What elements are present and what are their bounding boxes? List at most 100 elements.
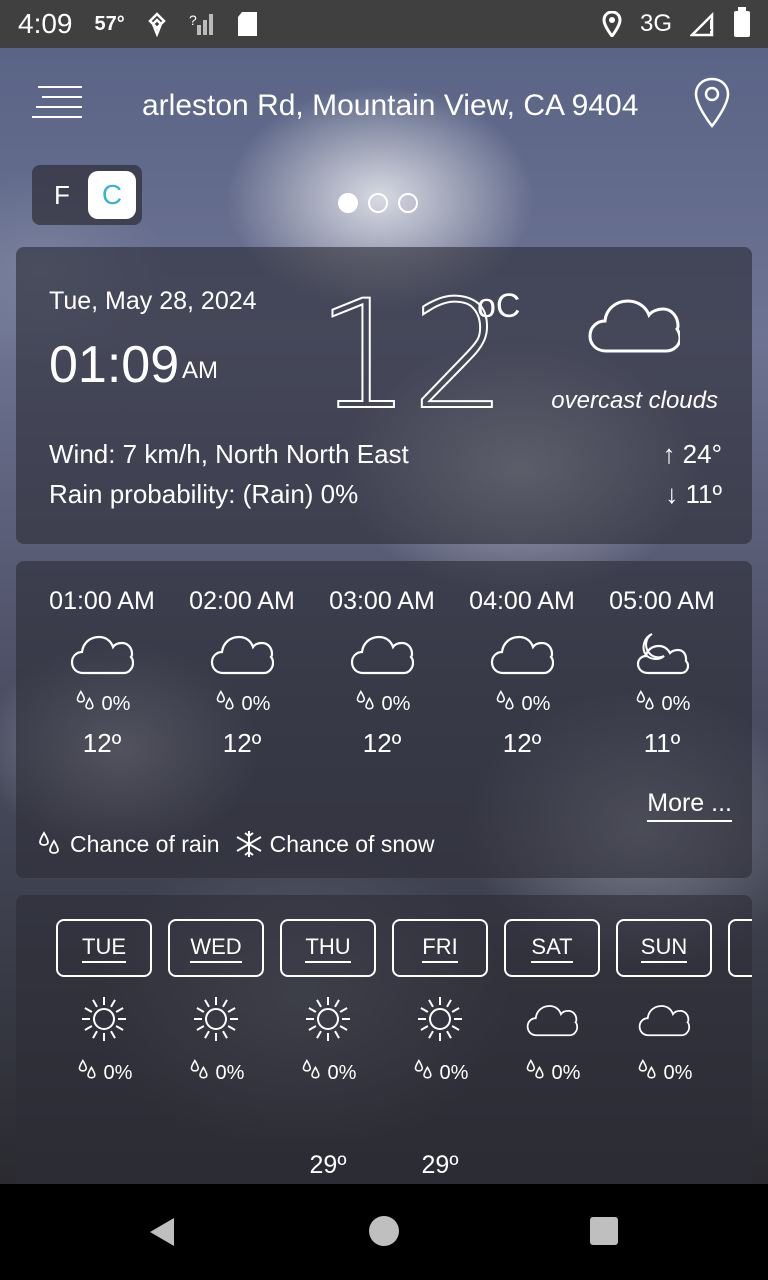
location-pin-button[interactable]: [692, 76, 732, 132]
hour-time: 05:00 AM: [609, 587, 715, 615]
rain-drops-icon: [214, 688, 238, 720]
cloud-icon: [70, 630, 135, 676]
page-dot[interactable]: [368, 193, 388, 213]
location-text: arleston Rd, Mountain View, CA 9404: [142, 89, 639, 122]
sun-icon: [190, 993, 242, 1045]
celsius-button[interactable]: C: [88, 171, 136, 219]
daily-item: SAT 0%: [504, 919, 600, 1089]
day-rain: 0%: [168, 1057, 264, 1089]
rain-drops-icon: [412, 1057, 436, 1089]
home-button[interactable]: [369, 1216, 399, 1246]
unit-toggle: F C: [32, 165, 142, 225]
day-tab[interactable]: SAT: [504, 919, 600, 977]
menu-line: [32, 116, 82, 118]
day-rain-value: 0%: [439, 1061, 469, 1084]
daily-item: THU 0%: [280, 919, 376, 1089]
hour-temperature: 12º: [82, 728, 122, 758]
page-dot[interactable]: [398, 193, 418, 213]
battery-icon: [734, 7, 750, 37]
rain-drops-icon: [188, 1057, 212, 1089]
hour-rain-value: 0%: [241, 692, 271, 715]
rain-drops-icon: [300, 1057, 324, 1089]
notification-icon: [147, 12, 166, 37]
svg-text:?: ?: [189, 12, 197, 28]
no-signal-icon: ?: [189, 12, 213, 35]
menu-line: [36, 106, 82, 108]
sd-card-icon: [237, 12, 257, 36]
current-ampm: AM: [182, 357, 218, 384]
hour-rain: 0%: [32, 688, 172, 720]
current-temperature: 12: [316, 287, 496, 417]
day-rain-value: 0%: [551, 1061, 581, 1084]
cloud-icon: [490, 630, 555, 676]
network-type: 3G: [639, 10, 672, 37]
hour-rain-value: 0%: [381, 692, 411, 715]
location-status-icon: [602, 11, 622, 37]
menu-button[interactable]: [30, 84, 82, 124]
day-rain: 0%: [280, 1057, 376, 1089]
hour-rain: 0%: [592, 688, 732, 720]
hourly-item[interactable]: 02:00 AM 0% 12º: [172, 587, 312, 759]
rain-drops-icon: [634, 688, 658, 720]
legend: Chance of rain Chance of snow: [36, 829, 435, 859]
current-weather-card: Tue, May 28, 2024 01:09 AM 12 oC overcas…: [16, 247, 752, 544]
rain-drops-icon: [636, 1057, 660, 1089]
day-rain: 0%: [392, 1057, 488, 1089]
hour-rain-value: 0%: [661, 692, 691, 715]
sun-icon: [414, 993, 466, 1045]
menu-line: [42, 96, 82, 98]
day-tab[interactable]: THU: [280, 919, 376, 977]
day-tab[interactable]: SUN: [616, 919, 712, 977]
recent-apps-button[interactable]: [590, 1217, 618, 1245]
cloud-icon: [350, 630, 415, 676]
hour-temperature: 11º: [643, 728, 681, 758]
day-tab[interactable]: TUE: [56, 919, 152, 977]
hour-rain-value: 0%: [521, 692, 551, 715]
hour-time: 04:00 AM: [469, 587, 575, 615]
day-rain: 0%: [56, 1057, 152, 1089]
daily-item: TUE 0%: [56, 919, 152, 1089]
current-temperature-graphic: 12: [316, 287, 496, 417]
hourly-item[interactable]: 01:00 AM 0% 12º: [32, 587, 172, 759]
hour-rain: 0%: [452, 688, 592, 720]
current-date: Tue, May 28, 2024: [49, 287, 257, 315]
legend-rain-label: Chance of rain: [70, 830, 220, 857]
hour-temperature: 12º: [222, 728, 262, 758]
fahrenheit-button[interactable]: F: [36, 180, 88, 211]
day-tab-partial[interactable]: [728, 919, 752, 977]
day-rain-value: 0%: [663, 1061, 693, 1084]
day-rain: 0%: [616, 1057, 712, 1089]
day-tab[interactable]: WED: [168, 919, 264, 977]
more-hourly-link[interactable]: More ...: [647, 789, 732, 822]
day-tab[interactable]: FRI: [392, 919, 488, 977]
current-rain-probability: Rain probability: (Rain) 0%: [49, 479, 359, 509]
hourly-item[interactable]: 03:00 AM 0% 12º: [312, 587, 452, 759]
location-label[interactable]: arleston Rd, Mountain View, CA 9404: [142, 84, 656, 128]
legend-snow-label: Chance of snow: [269, 830, 435, 857]
rain-drops-icon: [524, 1057, 548, 1089]
status-bar: 4:09 57° ? 3G: [0, 0, 768, 48]
cloud-icon: [588, 299, 680, 353]
hour-time: 02:00 AM: [189, 587, 295, 615]
current-high: ↑ 24°: [662, 439, 722, 469]
day-high-temp: 29º: [421, 1151, 459, 1179]
hour-temperature: 12º: [502, 728, 542, 758]
menu-line: [38, 86, 82, 88]
hourly-item[interactable]: 04:00 AM 0% 12º: [452, 587, 592, 759]
day-rain-value: 0%: [103, 1061, 133, 1084]
back-button[interactable]: [146, 1216, 178, 1248]
day-label: SUN: [640, 934, 688, 963]
cloud-icon: [638, 993, 691, 1045]
sun-icon: [78, 993, 130, 1045]
daily-item: WED 0%: [168, 919, 264, 1089]
sun-icon: [302, 993, 354, 1045]
hour-rain: 0%: [172, 688, 312, 720]
hourly-forecast-card: 01:00 AM 0% 12º 02:00 AM 0% 12º 03:00 AM 0% 12º 0…: [16, 561, 752, 878]
hourly-item[interactable]: 05:00 AM 0% 11º: [592, 587, 732, 759]
current-low: ↓ 11º: [665, 479, 722, 509]
hour-rain: 0%: [312, 688, 452, 720]
page-dot-active[interactable]: [338, 193, 358, 213]
daily-item: SUN 0%: [616, 919, 712, 1089]
status-temperature: 57°: [94, 12, 125, 35]
rain-drops-icon: [39, 831, 59, 854]
